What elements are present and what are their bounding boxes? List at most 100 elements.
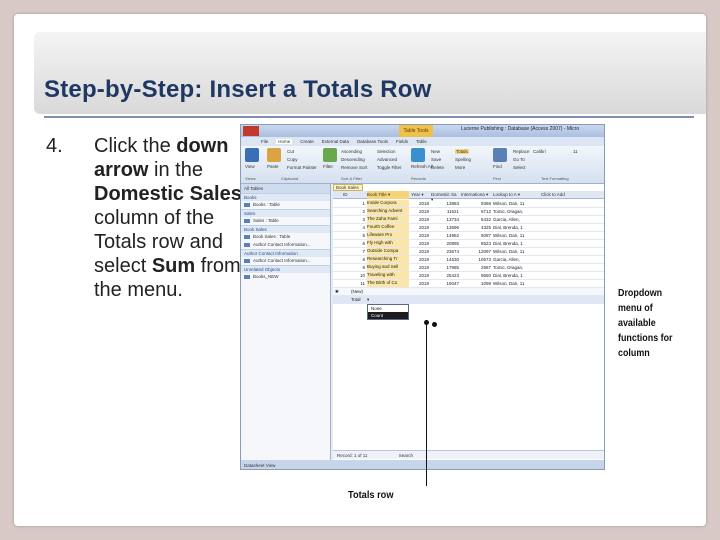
ribbon-select-button[interactable]: Select	[513, 165, 526, 170]
table-cell[interactable]: 2018	[411, 209, 429, 214]
table-cell[interactable]: 2	[343, 209, 365, 214]
ribbon-refresh-all-button[interactable]: Refresh All	[411, 164, 433, 169]
nav-item[interactable]: Author Contact Information...	[241, 241, 330, 249]
ribbon-tab-database-tools[interactable]: Database Tools	[357, 139, 388, 144]
ribbon-new-button[interactable]: New	[431, 149, 440, 154]
table-cell[interactable]: Dial, Brenda, 1	[493, 241, 539, 246]
table-cell[interactable]: Inside Corpora	[367, 200, 409, 207]
column-header[interactable]: Click to Add	[541, 192, 591, 197]
table-cell[interactable]: Traveling with	[367, 272, 409, 279]
column-header[interactable]: Year ▾	[411, 192, 429, 198]
ribbon-spelling-button[interactable]: Spelling	[455, 157, 471, 162]
table-cell[interactable]: 25423	[431, 273, 459, 278]
table-cell[interactable]: 2018	[411, 265, 429, 270]
ribbon-ascending-button[interactable]: Ascending	[341, 149, 362, 154]
ribbon-find-icon[interactable]	[493, 148, 507, 162]
ribbon-refresh-all-icon[interactable]	[411, 148, 425, 162]
totals-dropdown-menu[interactable]: None Count	[367, 304, 409, 320]
table-cell[interactable]: 20895	[431, 241, 459, 246]
record-navigator[interactable]: Record: 1 of 11 Search	[333, 450, 604, 459]
ribbon-format-painter-button[interactable]: Format Painter	[287, 165, 317, 170]
table-cell[interactable]: 1098	[461, 281, 491, 286]
nav-group-author-contact-information[interactable]: Author Contact Information	[241, 249, 330, 257]
ribbon-tab-table[interactable]: Table	[416, 139, 427, 144]
table-cell[interactable]: Wilson, Dan, 11	[493, 249, 539, 254]
table-cell[interactable]: Garcia, Allen,	[493, 257, 539, 262]
table-cell[interactable]: 9650	[461, 273, 491, 278]
table-cell[interactable]: Wilson, Dan, 11	[493, 233, 539, 238]
ribbon-11-button[interactable]: 11	[573, 149, 578, 154]
ribbon-filter-icon[interactable]	[323, 148, 337, 162]
table-tools-tab[interactable]: Table Tools	[399, 125, 433, 137]
nav-item[interactable]: Sales : Table	[241, 217, 330, 225]
table-row[interactable]: 10 Traveling with 2018 25423 9650 Dial, Brend…	[333, 272, 604, 280]
table-cell[interactable]: 8523	[461, 241, 491, 246]
ribbon-descending-button[interactable]: Descending	[341, 157, 365, 162]
table-cell[interactable]: Lifeware Pro	[367, 232, 409, 239]
table-cell[interactable]: 2018	[411, 201, 429, 206]
table-cell[interactable]: 6	[343, 241, 365, 246]
table-cell[interactable]: 2018	[411, 241, 429, 246]
table-cell[interactable]: 1	[343, 201, 365, 206]
table-cell[interactable]: 14952	[431, 233, 459, 238]
ribbon-paste-button[interactable]: Paste	[267, 164, 279, 169]
table-cell[interactable]: Garcia, Allen,	[493, 217, 539, 222]
table-cell[interactable]: 2018	[411, 281, 429, 286]
ribbon-filter-button[interactable]: Filter	[323, 164, 333, 169]
ribbon-cut-button[interactable]: Cut	[287, 149, 294, 154]
table-row[interactable]: 9 Buying and Sell 2018 17985 2987 Tomic, Drag…	[333, 264, 604, 272]
table-row[interactable]: 11 The Birth of Co 2018 16047 1098 Wilson, Da…	[333, 280, 604, 288]
totals-row[interactable]: Total ▾	[333, 296, 604, 304]
ribbon-replace-button[interactable]: Replace	[513, 149, 530, 154]
nav-pane-header[interactable]: All Tables	[241, 184, 330, 193]
ribbon-remove-sort-button[interactable]: Remove Sort	[341, 165, 367, 170]
table-cell[interactable]: Researching Tr	[367, 256, 409, 263]
table-cell[interactable]: 2018	[411, 225, 429, 230]
table-cell[interactable]: 14530	[431, 257, 459, 262]
table-cell[interactable]: 4325	[461, 225, 491, 230]
table-cell[interactable]: 23674	[431, 249, 459, 254]
table-cell[interactable]: 4	[343, 225, 365, 230]
ribbon-view-button[interactable]: View	[245, 164, 255, 169]
table-cell[interactable]: Fly High with	[367, 240, 409, 247]
table-cell[interactable]: 13734	[431, 217, 459, 222]
table-cell[interactable]: 8	[343, 257, 365, 262]
table-cell[interactable]: Dial, Brenda, 1	[493, 273, 539, 278]
table-cell[interactable]: 9368	[461, 201, 491, 206]
table-cell[interactable]: 2018	[411, 257, 429, 262]
ribbon-paste-icon[interactable]	[267, 148, 281, 162]
file-button[interactable]	[243, 126, 259, 136]
search-box[interactable]: Search	[399, 453, 413, 458]
table-cell[interactable]: 2987	[461, 265, 491, 270]
table-cell[interactable]: 17985	[431, 265, 459, 270]
table-row[interactable]: 1 Inside Corpora 2018 13883 9368 Wilson, Dan,…	[333, 200, 604, 208]
table-row[interactable]: 7 Outside Compa 2018 23674 12097 Wilson, Dan,…	[333, 248, 604, 256]
table-cell[interactable]: 10673	[461, 257, 491, 262]
table-cell[interactable]: 6712	[461, 209, 491, 214]
table-cell[interactable]: 9	[343, 265, 365, 270]
column-header[interactable]: Book Title ▾	[367, 191, 409, 199]
table-cell[interactable]: Outside Compa	[367, 248, 409, 255]
table-cell[interactable]: Fourth Coffee	[367, 224, 409, 231]
table-cell[interactable]: 2018	[411, 249, 429, 254]
nav-item[interactable]: Book Sales : Table	[241, 233, 330, 241]
table-cell[interactable]: 2018	[411, 217, 429, 222]
table-cell[interactable]: Wilson, Dan, 11	[493, 281, 539, 286]
ribbon-delete-button[interactable]: Delete	[431, 165, 444, 170]
ribbon-toggle-filter-button[interactable]: Toggle Filter	[377, 165, 402, 170]
table-row[interactable]: 6 Fly High with 2018 20895 8523 Dial, Brenda,…	[333, 240, 604, 248]
table-row[interactable]: 5 Lifeware Pro 2018 14952 5087 Wilson, Dan, 1…	[333, 232, 604, 240]
ribbon-go-to-button[interactable]: Go To	[513, 157, 525, 162]
nav-group-book-sales[interactable]: Book Sales	[241, 225, 330, 233]
nav-item[interactable]: Books : Table	[241, 201, 330, 209]
ribbon-tab-create[interactable]: Create	[300, 139, 314, 144]
dropdown-option[interactable]: Count	[368, 312, 408, 319]
table-cell[interactable]: 13696	[431, 225, 459, 230]
ribbon-tab-fields[interactable]: Fields	[396, 139, 408, 144]
table-row[interactable]: 2 Searching Advent 2018 11521 6712 Tomic, Dra…	[333, 208, 604, 216]
table-cell[interactable]: 12097	[461, 249, 491, 254]
table-row[interactable]: 3 The Zaha Fami 2018 13734 5432 Garcia, Allen…	[333, 216, 604, 224]
table-cell[interactable]: Tomic, Dragan,	[493, 265, 539, 270]
table-cell[interactable]: Searching Advent	[367, 208, 409, 215]
ribbon-tab-file[interactable]: File	[261, 139, 268, 144]
